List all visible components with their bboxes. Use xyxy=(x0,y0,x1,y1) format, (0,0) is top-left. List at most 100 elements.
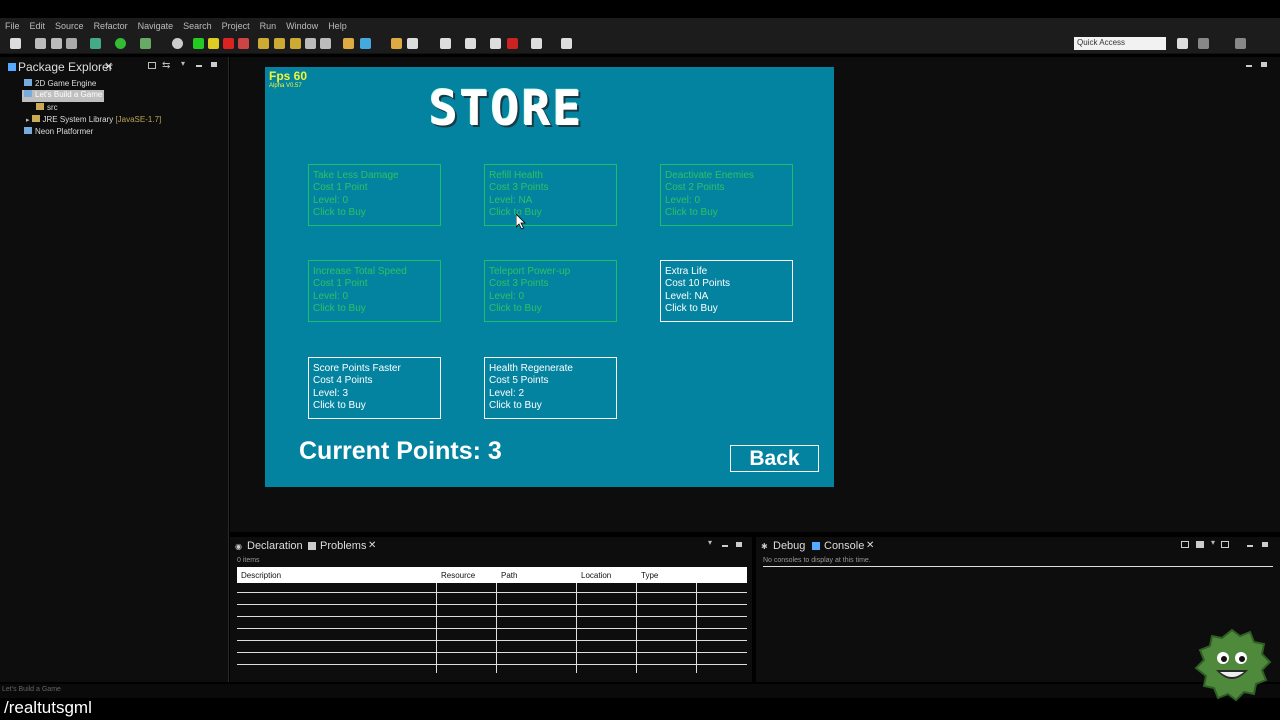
menu-window[interactable]: Window xyxy=(281,18,323,31)
back-arrow-icon[interactable] xyxy=(507,38,518,49)
build-icon[interactable] xyxy=(90,38,101,49)
tab-declaration[interactable]: Declaration xyxy=(247,540,303,552)
tree-item-detail: [JavaSE-1.7] xyxy=(115,115,162,124)
store-card-teleport-power-up[interactable]: Teleport Power-up Cost 3 Points Level: 0… xyxy=(484,260,617,322)
debug-icon[interactable] xyxy=(115,38,126,49)
package-explorer-title[interactable]: Package Explorer xyxy=(18,60,113,74)
terminate-icon[interactable] xyxy=(223,38,234,49)
java-perspective-icon[interactable] xyxy=(1198,38,1209,49)
tab-debug[interactable]: Debug xyxy=(773,540,805,552)
card-name: Health Regenerate xyxy=(489,363,573,374)
back-button[interactable]: Back xyxy=(730,445,819,472)
save-icon[interactable] xyxy=(35,38,46,49)
suspend-icon[interactable] xyxy=(208,38,219,49)
card-cost: Cost 5 Points xyxy=(489,375,549,387)
print-icon[interactable] xyxy=(66,38,77,49)
column-location[interactable]: Location xyxy=(581,571,611,580)
card-cost: Cost 3 Points xyxy=(489,278,549,290)
close-icon[interactable]: ✕ xyxy=(104,60,113,73)
tree-item-jre-system-library[interactable]: ▸ JRE System Library [JavaSE-1.7] xyxy=(26,115,161,127)
editor-maximize-icon[interactable] xyxy=(1261,62,1267,67)
menu-help[interactable]: Help xyxy=(323,18,352,31)
store-card-extra-life[interactable]: Extra Life Cost 10 Points Level: NA Clic… xyxy=(660,260,793,322)
minimize-icon[interactable] xyxy=(196,65,202,67)
use-step-filters-icon[interactable] xyxy=(320,38,331,49)
annotation-icon[interactable] xyxy=(440,38,451,49)
close-icon[interactable]: ✕ xyxy=(368,540,376,551)
game-canvas[interactable]: Fps 60 Alpha V0.57 STORE Take Less Damag… xyxy=(265,67,834,487)
column-divider xyxy=(496,583,497,673)
table-row xyxy=(237,628,747,629)
column-path[interactable]: Path xyxy=(501,571,517,580)
tree-item-lets-build-a-game[interactable]: Let's Build a Game xyxy=(22,90,105,102)
open-task-icon[interactable] xyxy=(360,38,371,49)
drop-frame-icon[interactable] xyxy=(305,38,316,49)
new-icon[interactable] xyxy=(10,38,21,49)
open-console-icon[interactable] xyxy=(1221,541,1229,548)
column-type[interactable]: Type xyxy=(641,571,658,580)
save-all-icon[interactable] xyxy=(51,38,62,49)
next-annotation-icon[interactable] xyxy=(465,38,476,49)
open-type-icon[interactable] xyxy=(343,38,354,49)
link-editor-icon[interactable]: ⇆ xyxy=(162,60,170,71)
step-into-icon[interactable] xyxy=(258,38,269,49)
store-card-score-points-faster[interactable]: Score Points Faster Cost 4 Points Level:… xyxy=(308,357,441,419)
store-card-increase-total-speed[interactable]: Increase Total Speed Cost 1 Point Level:… xyxy=(308,260,441,322)
search-icon[interactable] xyxy=(391,38,402,49)
collapse-all-icon[interactable] xyxy=(148,62,156,69)
maximize-icon[interactable] xyxy=(211,62,217,67)
step-over-icon[interactable] xyxy=(274,38,285,49)
disconnect-icon[interactable] xyxy=(238,38,249,49)
view-menu-icon[interactable]: ▾ xyxy=(181,59,185,68)
menu-run[interactable]: Run xyxy=(255,18,282,31)
menu-refactor[interactable]: Refactor xyxy=(89,18,133,31)
store-card-health-regenerate[interactable]: Health Regenerate Cost 5 Points Level: 2… xyxy=(484,357,617,419)
view-menu-icon[interactable]: ▾ xyxy=(1211,538,1215,547)
card-level: Level: 0 xyxy=(489,290,525,302)
card-action: Click to Buy xyxy=(489,206,542,218)
display-console-icon[interactable] xyxy=(1181,541,1189,548)
pin-editor-icon[interactable] xyxy=(561,38,572,49)
view-menu-icon[interactable]: ▾ xyxy=(708,538,712,547)
card-name: Deactivate Enemies xyxy=(665,170,754,181)
menu-edit[interactable]: Edit xyxy=(25,18,51,31)
pencil-icon[interactable] xyxy=(407,38,418,49)
fps-counter: Fps 60 xyxy=(269,69,308,83)
card-level: Level: 0 xyxy=(313,194,349,206)
tree-item-src[interactable]: src xyxy=(36,103,58,115)
menu-search[interactable]: Search xyxy=(178,18,217,31)
card-level: Level: 0 xyxy=(665,194,701,206)
skip-breakpoints-icon[interactable] xyxy=(172,38,183,49)
tree-item-neon-platformer[interactable]: Neon Platformer xyxy=(24,127,93,139)
store-card-take-less-damage[interactable]: Take Less Damage Cost 1 Point Level: 0 C… xyxy=(308,164,441,226)
menu-source[interactable]: Source xyxy=(50,18,89,31)
table-row xyxy=(237,652,747,653)
expand-arrow-icon[interactable]: ▸ xyxy=(26,117,30,124)
menu-navigate[interactable]: Navigate xyxy=(133,18,179,31)
quick-access-input[interactable]: Quick Access xyxy=(1074,37,1166,50)
column-resource[interactable]: Resource xyxy=(441,571,475,580)
maximize-icon[interactable] xyxy=(736,542,742,547)
close-icon[interactable]: ✕ xyxy=(866,540,874,551)
back-icon[interactable] xyxy=(490,38,501,49)
tab-problems[interactable]: Problems xyxy=(320,540,366,552)
menu-project[interactable]: Project xyxy=(217,18,255,31)
table-row xyxy=(237,604,747,605)
minimize-icon[interactable] xyxy=(1247,545,1253,547)
run-icon[interactable] xyxy=(140,38,151,49)
maximize-icon[interactable] xyxy=(1262,542,1268,547)
resume-icon[interactable] xyxy=(193,38,204,49)
minimize-icon[interactable] xyxy=(722,545,728,547)
menu-file[interactable]: File xyxy=(0,18,25,31)
step-return-icon[interactable] xyxy=(290,38,301,49)
store-card-deactivate-enemies[interactable]: Deactivate Enemies Cost 2 Points Level: … xyxy=(660,164,793,226)
debug-perspective-icon[interactable] xyxy=(1235,38,1246,49)
pin-console-icon[interactable] xyxy=(1196,541,1204,548)
open-perspective-icon[interactable] xyxy=(1177,38,1188,49)
card-action: Click to Buy xyxy=(489,399,542,411)
editor-minimize-icon[interactable] xyxy=(1246,65,1252,67)
tab-console[interactable]: Console xyxy=(824,540,864,552)
store-card-refill-health[interactable]: Refill Health Cost 3 Points Level: NA Cl… xyxy=(484,164,617,226)
forward-arrow-icon[interactable] xyxy=(531,38,542,49)
column-description[interactable]: Description xyxy=(241,571,281,580)
